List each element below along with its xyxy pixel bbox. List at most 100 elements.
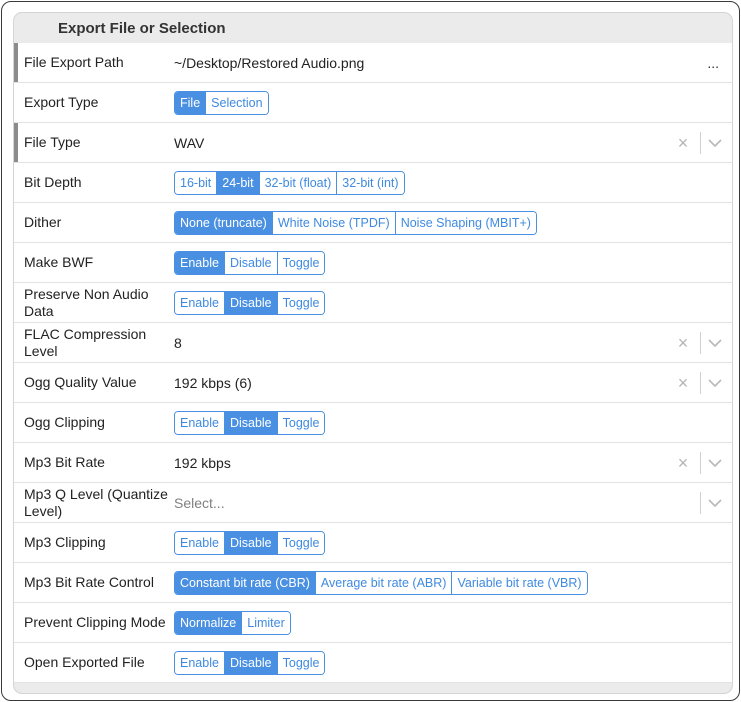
row-mp3-bit-rate-control: Mp3 Bit Rate Control Constant bit rate (… bbox=[14, 563, 732, 603]
row-preserve-non-audio: Preserve Non Audio Data Enable Disable Tog… bbox=[14, 283, 732, 323]
make-bwf-option-disable[interactable]: Disable bbox=[223, 251, 277, 274]
prevent-clipping-option-normalize[interactable]: Normalize bbox=[175, 611, 242, 634]
file-export-path-field[interactable]: ~/Desktop/Restored Audio.png ... bbox=[174, 43, 732, 82]
row-ogg-quality: Ogg Quality Value 192 kbps (6) × bbox=[14, 363, 732, 403]
dither-option-none-truncate[interactable]: None (truncate) bbox=[175, 211, 272, 234]
select-separator bbox=[700, 451, 701, 474]
ogg-clipping-option-toggle[interactable]: Toggle bbox=[276, 411, 325, 434]
file-type-label: File Type bbox=[24, 134, 81, 150]
clear-icon[interactable]: × bbox=[670, 133, 696, 153]
row-file-export-path: File Export Path ~/Desktop/Restored Audi… bbox=[14, 43, 732, 83]
export-panel: Export File or Selection File Export Pat… bbox=[13, 12, 733, 694]
dither-option-white-noise-tpdf[interactable]: White Noise (TPDF) bbox=[271, 211, 395, 234]
settings-list: File Export Path ~/Desktop/Restored Audi… bbox=[14, 43, 732, 683]
file-type-value: WAV bbox=[174, 134, 205, 151]
export-type-option-selection[interactable]: Selection bbox=[205, 91, 268, 114]
flac-compression-label: FLAC Compression Level bbox=[24, 325, 147, 359]
mp3-bit-rate-control-option-average-bit-rate-abr[interactable]: Average bit rate (ABR) bbox=[314, 571, 452, 594]
prevent-clipping-toggle: Normalize Limiter bbox=[174, 610, 291, 635]
ogg-clipping-option-enable[interactable]: Enable bbox=[175, 411, 224, 434]
file-export-path-label: File Export Path bbox=[24, 54, 124, 70]
make-bwf-option-enable[interactable]: Enable bbox=[175, 251, 224, 274]
prevent-clipping-label: Prevent Clipping Mode bbox=[24, 614, 166, 630]
file-export-path-value: ~/Desktop/Restored Audio.png bbox=[174, 54, 365, 71]
chevron-down-icon[interactable] bbox=[707, 378, 723, 388]
chevron-down-icon[interactable] bbox=[707, 498, 723, 508]
ogg-quality-label: Ogg Quality Value bbox=[24, 374, 137, 390]
row-ogg-clipping: Ogg Clipping Enable Disable Toggle bbox=[14, 403, 732, 443]
make-bwf-label: Make BWF bbox=[24, 254, 94, 270]
select-separator bbox=[700, 491, 701, 514]
export-type-option-file[interactable]: File bbox=[175, 91, 206, 114]
ogg-quality-value: 192 kbps (6) bbox=[174, 374, 252, 391]
mp3-clipping-option-disable[interactable]: Disable bbox=[223, 531, 277, 554]
open-exported-option-toggle[interactable]: Toggle bbox=[276, 651, 325, 674]
mp3-bit-rate-label: Mp3 Bit Rate bbox=[24, 454, 105, 470]
browse-button[interactable]: ... bbox=[707, 43, 719, 82]
select-separator bbox=[700, 371, 701, 394]
ogg-quality-select[interactable]: 192 kbps (6) × bbox=[174, 363, 732, 402]
open-exported-label: Open Exported File bbox=[24, 654, 145, 670]
row-mp3-clipping: Mp3 Clipping Enable Disable Toggle bbox=[14, 523, 732, 563]
clear-icon[interactable]: × bbox=[670, 373, 696, 393]
dither-toggle: None (truncate) White Noise (TPDF) Noise S… bbox=[174, 210, 537, 235]
mp3-bit-rate-control-option-constant-bit-rate-cbr[interactable]: Constant bit rate (CBR) bbox=[175, 571, 315, 594]
preserve-non-audio-option-toggle[interactable]: Toggle bbox=[276, 291, 325, 314]
preserve-non-audio-option-disable[interactable]: Disable bbox=[223, 291, 277, 314]
open-exported-option-disable[interactable]: Disable bbox=[223, 651, 277, 674]
row-export-type: Export Type File Selection bbox=[14, 83, 732, 123]
flac-compression-select[interactable]: 8 × bbox=[174, 323, 732, 362]
row-flac-compression: FLAC Compression Level 8 × bbox=[14, 323, 732, 363]
make-bwf-option-toggle[interactable]: Toggle bbox=[276, 251, 325, 274]
chevron-down-icon[interactable] bbox=[707, 338, 723, 348]
row-file-type: File Type WAV × bbox=[14, 123, 732, 163]
preserve-non-audio-toggle: Enable Disable Toggle bbox=[174, 290, 326, 315]
mp3-clipping-option-toggle[interactable]: Toggle bbox=[276, 531, 325, 554]
mp3-q-level-select[interactable]: Select... bbox=[174, 483, 732, 522]
bit-depth-label: Bit Depth bbox=[24, 174, 82, 190]
row-open-exported: Open Exported File Enable Disable Toggle bbox=[14, 643, 732, 683]
mp3-bit-rate-value: 192 kbps bbox=[174, 454, 231, 471]
window-frame: Export File or Selection File Export Pat… bbox=[1, 1, 740, 701]
mp3-clipping-toggle: Enable Disable Toggle bbox=[174, 530, 326, 555]
chevron-down-icon[interactable] bbox=[707, 458, 723, 468]
select-separator bbox=[700, 331, 701, 354]
mp3-q-level-placeholder: Select... bbox=[174, 494, 225, 511]
preserve-non-audio-option-enable[interactable]: Enable bbox=[175, 291, 224, 314]
mp3-clipping-option-enable[interactable]: Enable bbox=[175, 531, 224, 554]
dither-option-noise-shaping-mbit[interactable]: Noise Shaping (MBIT+) bbox=[394, 211, 536, 234]
bit-depth-option-32-bit-float[interactable]: 32-bit (float) bbox=[258, 171, 337, 194]
dither-label: Dither bbox=[24, 214, 62, 230]
flac-compression-value: 8 bbox=[174, 334, 182, 351]
open-exported-option-enable[interactable]: Enable bbox=[175, 651, 224, 674]
bit-depth-option-16-bit[interactable]: 16-bit bbox=[175, 171, 217, 194]
row-mp3-bit-rate: Mp3 Bit Rate 192 kbps × bbox=[14, 443, 732, 483]
mp3-bit-rate-control-label: Mp3 Bit Rate Control bbox=[24, 574, 154, 590]
clear-icon[interactable]: × bbox=[670, 333, 696, 353]
mp3-q-level-label: Mp3 Q Level (Quantize Level) bbox=[24, 485, 168, 519]
row-prevent-clipping: Prevent Clipping Mode Normalize Limiter bbox=[14, 603, 732, 643]
export-type-toggle: File Selection bbox=[174, 90, 269, 115]
file-type-select[interactable]: WAV × bbox=[174, 123, 732, 162]
ogg-clipping-toggle: Enable Disable Toggle bbox=[174, 410, 326, 435]
clear-icon[interactable]: × bbox=[670, 453, 696, 473]
mp3-clipping-label: Mp3 Clipping bbox=[24, 534, 106, 550]
mp3-bit-rate-control-toggle: Constant bit rate (CBR) Average bit rate … bbox=[174, 570, 588, 595]
ogg-clipping-option-disable[interactable]: Disable bbox=[223, 411, 277, 434]
select-separator bbox=[700, 131, 701, 154]
row-dither: Dither None (truncate) White Noise (TPDF)… bbox=[14, 203, 732, 243]
row-mp3-q-level: Mp3 Q Level (Quantize Level) Select... bbox=[14, 483, 732, 523]
export-type-label: Export Type bbox=[24, 94, 99, 110]
panel-title: Export File or Selection bbox=[58, 20, 226, 37]
chevron-down-icon[interactable] bbox=[707, 138, 723, 148]
mp3-bit-rate-select[interactable]: 192 kbps × bbox=[174, 443, 732, 482]
bit-depth-option-24-bit[interactable]: 24-bit bbox=[216, 171, 259, 194]
bit-depth-option-32-bit-int[interactable]: 32-bit (int) bbox=[336, 171, 404, 194]
mp3-bit-rate-control-option-variable-bit-rate-vbr[interactable]: Variable bit rate (VBR) bbox=[451, 571, 587, 594]
preserve-non-audio-label: Preserve Non Audio Data bbox=[24, 285, 149, 319]
row-make-bwf: Make BWF Enable Disable Toggle bbox=[14, 243, 732, 283]
prevent-clipping-option-limiter[interactable]: Limiter bbox=[241, 611, 290, 634]
row-bit-depth: Bit Depth 16-bit 24-bit 32-bit (float) 32-b… bbox=[14, 163, 732, 203]
open-exported-toggle: Enable Disable Toggle bbox=[174, 650, 326, 675]
bit-depth-toggle: 16-bit 24-bit 32-bit (float) 32-bit (int) bbox=[174, 170, 405, 195]
